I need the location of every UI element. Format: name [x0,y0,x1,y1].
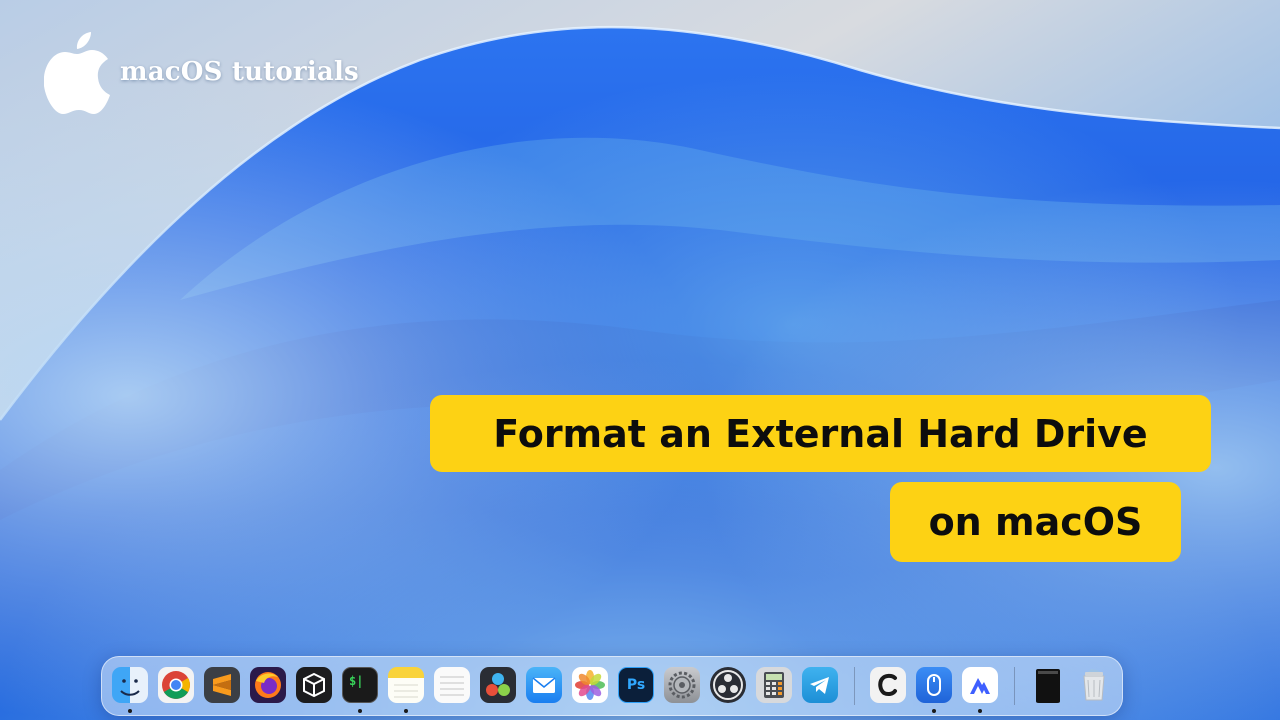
dock-item-cube-app[interactable] [296,667,332,703]
dock-item-chrome[interactable] [158,667,194,703]
dock-item-finder[interactable] [112,667,148,703]
terminal-icon: $| [342,667,378,703]
cleanshot-icon [870,667,906,703]
dock-item-mail[interactable] [526,667,562,703]
mouse-app-icon [916,667,952,703]
photos-icon [572,667,608,703]
dock-item-trash[interactable] [1076,667,1112,703]
channel-branding: macOS tutorials [44,30,359,114]
telegram-icon [802,667,838,703]
dock: $| Ps [101,656,1123,716]
finder-icon [112,667,148,703]
dock-item-firefox[interactable] [250,667,286,703]
obs-icon [710,667,746,703]
dock-item-obs[interactable] [710,667,746,703]
video-title-line-1: Format an External Hard Drive [430,395,1211,472]
davinci-resolve-icon [480,667,516,703]
list-app-icon [434,667,470,703]
dock-item-system-settings[interactable] [664,667,700,703]
sublime-text-icon [204,667,240,703]
dock-item-cleanshot[interactable] [870,667,906,703]
running-indicator [932,709,936,713]
dock-item-photos[interactable] [572,667,608,703]
trash-icon [1076,667,1112,703]
dock-separator [854,667,855,705]
dock-separator [1014,667,1015,705]
nordvpn-icon [962,667,998,703]
dock-item-sublime[interactable] [204,667,240,703]
dock-item-davinci[interactable] [480,667,516,703]
dock-item-mouse-utility[interactable] [916,667,952,703]
firefox-icon [250,667,286,703]
dock-item-nordvpn[interactable] [962,667,998,703]
apple-logo-icon [44,32,110,114]
dock-item-photoshop[interactable]: Ps [618,667,654,703]
dock-item-terminal[interactable]: $| [342,667,378,703]
video-title-line-2: on macOS [890,482,1181,562]
dock-item-telegram[interactable] [802,667,838,703]
calculator-icon [756,667,792,703]
dock-item-calculator[interactable] [756,667,792,703]
channel-name: macOS tutorials [120,57,359,87]
dock-item-stack[interactable] [1030,667,1066,703]
stack-folder-icon [1030,667,1066,703]
chrome-icon [158,667,194,703]
running-indicator [128,709,132,713]
dock-item-reminders[interactable] [434,667,470,703]
cube-app-icon [296,667,332,703]
dock-item-notes[interactable] [388,667,424,703]
notes-icon [388,667,424,703]
settings-gear-icon [664,667,700,703]
mail-icon [526,667,562,703]
running-indicator [358,709,362,713]
running-indicator [978,709,982,713]
running-indicator [404,709,408,713]
photoshop-icon: Ps [618,667,654,703]
